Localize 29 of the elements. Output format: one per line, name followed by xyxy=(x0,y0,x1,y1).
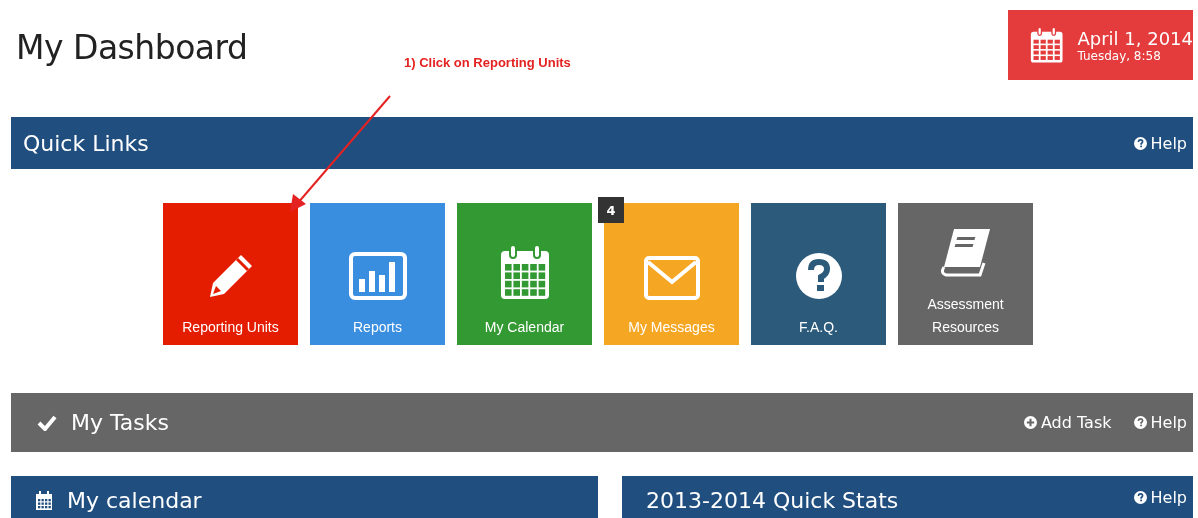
count-badge: 4 xyxy=(598,197,624,223)
help-icon xyxy=(1133,416,1147,429)
plus-icon xyxy=(1023,416,1037,429)
time-text: Tuesday, 8:58 xyxy=(1077,48,1162,63)
page-title: My Dashboard xyxy=(16,28,248,67)
calendar-icon xyxy=(499,244,550,300)
annotation-text: 1) Click on Reporting Units xyxy=(404,55,571,70)
checkmark-icon xyxy=(37,414,57,431)
bar-chart-icon xyxy=(348,252,407,300)
help-icon xyxy=(1133,491,1147,504)
help-link[interactable]: Help xyxy=(1133,413,1187,432)
quick-link-tile[interactable]: Assessment Resources xyxy=(898,203,1033,345)
book-icon xyxy=(939,227,992,277)
envelope-icon xyxy=(643,256,700,300)
help-icon xyxy=(1133,136,1147,150)
quick-link-tile[interactable]: My Calendar xyxy=(457,203,592,345)
section-title: Quick Links xyxy=(23,130,149,156)
calendar-icon xyxy=(35,490,53,511)
section-title: My Tasks xyxy=(71,410,169,435)
quick-link-tile[interactable]: F.A.Q. xyxy=(751,203,886,345)
question-icon xyxy=(794,252,843,300)
help-link[interactable]: Help xyxy=(1133,488,1187,507)
panel-title: My calendar xyxy=(67,488,202,513)
add-task-link[interactable]: Add Task xyxy=(1023,413,1112,432)
quick-link-tile[interactable]: Reporting Units xyxy=(163,203,298,345)
quick-link-tile[interactable]: Reports xyxy=(310,203,445,345)
panel-title: 2013-2014 Quick Stats xyxy=(646,488,899,513)
help-link[interactable]: Help xyxy=(1133,133,1187,153)
date-text: April 1, 2014 xyxy=(1077,27,1193,49)
